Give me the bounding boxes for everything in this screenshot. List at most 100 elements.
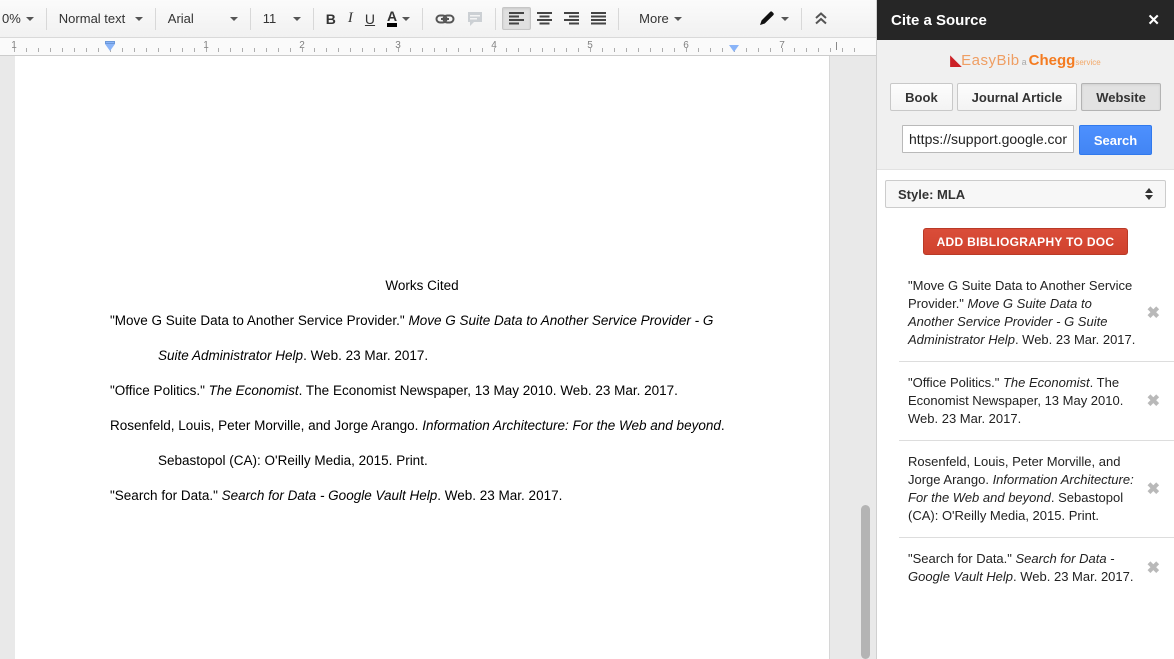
- doc-citation-paragraph: "Search for Data." Search for Data - Goo…: [15, 478, 829, 513]
- close-icon[interactable]: ✕: [1147, 11, 1160, 29]
- align-left-button[interactable]: [502, 7, 531, 30]
- ruler-number: 1: [201, 40, 211, 51]
- add-bibliography-button[interactable]: ADD BIBLIOGRAPHY TO DOC: [923, 228, 1129, 255]
- ruler-number: 6: [681, 40, 691, 51]
- logo-service-text: service: [1075, 58, 1100, 67]
- align-justify-icon: [591, 12, 606, 25]
- easybib-mark-icon: ◣: [950, 52, 961, 68]
- font-family-select[interactable]: Arial: [162, 7, 244, 30]
- tab-book-label: Book: [905, 90, 938, 105]
- chevron-down-icon: [26, 17, 34, 21]
- right-indent-triangle-icon: [729, 45, 739, 52]
- doc-works-cited-title: Works Cited: [15, 268, 829, 303]
- citation-text: "Office Politics.": [908, 375, 1003, 390]
- tab-website-label: Website: [1096, 90, 1146, 105]
- logo-connector-text: a: [1022, 57, 1027, 67]
- citation-text: Rosenfeld, Louis, Peter Morville, and Jo…: [110, 418, 422, 433]
- toolbar-divider: [46, 8, 47, 30]
- align-justify-button[interactable]: [585, 8, 612, 29]
- bold-button[interactable]: B: [320, 7, 342, 31]
- source-type-tabs: Book Journal Article Website: [877, 83, 1174, 111]
- pen-icon: [758, 10, 776, 27]
- text-color-button[interactable]: A: [381, 6, 416, 31]
- citation-style-select[interactable]: Style: MLA: [885, 180, 1166, 208]
- tab-website[interactable]: Website: [1081, 83, 1161, 111]
- delete-citation-icon[interactable]: ✖: [1147, 558, 1160, 578]
- underline-button[interactable]: U: [359, 7, 381, 31]
- font-size-select[interactable]: 11: [257, 7, 307, 30]
- italic-icon: I: [348, 10, 353, 27]
- editing-mode-button[interactable]: [752, 6, 795, 31]
- tab-journal-article[interactable]: Journal Article: [957, 83, 1078, 111]
- cite-source-sidebar: Cite a Source ✕ ◣EasyBibaCheggservice Bo…: [876, 0, 1174, 659]
- delete-citation-icon[interactable]: ✖: [1147, 479, 1160, 499]
- easybib-logo-text: EasyBib: [961, 52, 1020, 69]
- text-color-icon: A: [387, 10, 397, 27]
- ruler-number: 3: [393, 40, 403, 51]
- citation-entry-text: "Office Politics." The Economist. The Ec…: [908, 374, 1140, 428]
- citation-text: . The Economist Newspaper, 13 May 2010. …: [299, 383, 678, 398]
- sidebar-search-section: ◣EasyBibaCheggservice Book Journal Artic…: [877, 40, 1174, 170]
- citation-entry-text: "Search for Data." Search for Data - Goo…: [908, 550, 1140, 586]
- chevron-down-icon: [674, 17, 682, 21]
- insert-link-button[interactable]: [429, 9, 461, 29]
- doc-citation-paragraph: Rosenfeld, Louis, Peter Morville, and Jo…: [15, 408, 829, 478]
- bold-icon: B: [326, 11, 336, 27]
- underline-icon: U: [365, 11, 375, 27]
- app-window: 0% Normal text Arial 11 B I U A: [0, 0, 1174, 659]
- citation-text: . Web. 23 Mar. 2017.: [437, 488, 562, 503]
- paragraph-style-label: Normal text: [59, 11, 125, 26]
- align-center-button[interactable]: [531, 8, 558, 29]
- left-indent-triangle-icon: [105, 44, 115, 51]
- ruler-number: 7: [777, 40, 787, 51]
- tab-journal-article-label: Journal Article: [972, 90, 1063, 105]
- horizontal-ruler[interactable]: 1 1 2 3 4 5 6 7: [0, 38, 876, 56]
- sidebar-header: Cite a Source ✕: [877, 0, 1174, 40]
- citation-text: "Office Politics.": [110, 383, 209, 398]
- document-page[interactable]: Works Cited "Move G Suite Data to Anothe…: [15, 56, 830, 659]
- chevron-down-icon: [293, 17, 301, 21]
- link-icon: [435, 13, 455, 25]
- citation-text-italic: Search for Data - Google Vault Help: [222, 488, 438, 503]
- citation-list-item: "Search for Data." Search for Data - Goo…: [899, 537, 1174, 598]
- toolbar-divider: [313, 8, 314, 30]
- docs-toolbar: 0% Normal text Arial 11 B I U A: [0, 0, 876, 38]
- font-family-label: Arial: [168, 11, 194, 26]
- citation-list: "Move G Suite Data to Another Service Pr…: [877, 265, 1174, 598]
- right-indent-marker[interactable]: [729, 45, 739, 52]
- collapse-toolbar-button[interactable]: [808, 8, 834, 29]
- ruler-number: 1: [9, 40, 19, 51]
- left-indent-marker[interactable]: [105, 41, 115, 51]
- citation-text-italic: The Economist: [209, 383, 299, 398]
- paragraph-style-select[interactable]: Normal text: [53, 7, 149, 30]
- insert-comment-button[interactable]: [461, 7, 489, 30]
- tab-book[interactable]: Book: [890, 83, 953, 111]
- more-label: More: [639, 11, 669, 26]
- zoom-select-label: 0%: [2, 11, 21, 26]
- toolbar-divider: [801, 8, 802, 30]
- toolbar-divider: [495, 8, 496, 30]
- italic-button[interactable]: I: [342, 6, 359, 31]
- vertical-scrollbar[interactable]: [861, 505, 870, 659]
- toolbar-divider: [618, 8, 619, 30]
- ruler-number: 5: [585, 40, 595, 51]
- citation-text: "Move G Suite Data to Another Service Pr…: [110, 313, 408, 328]
- collapse-chevrons-icon: [814, 12, 828, 25]
- citation-list-item: Rosenfeld, Louis, Peter Morville, and Jo…: [899, 440, 1174, 537]
- sidebar-title: Cite a Source: [891, 12, 987, 29]
- zoom-select[interactable]: 0%: [0, 7, 40, 30]
- delete-citation-icon[interactable]: ✖: [1147, 303, 1160, 323]
- more-button[interactable]: More: [633, 7, 688, 30]
- align-right-button[interactable]: [558, 8, 585, 29]
- toolbar-divider: [250, 8, 251, 30]
- citation-text: "Search for Data.": [110, 488, 222, 503]
- select-updown-icon: [1145, 188, 1153, 200]
- citation-text: "Search for Data.": [908, 551, 1016, 566]
- document-canvas[interactable]: Works Cited "Move G Suite Data to Anothe…: [0, 56, 876, 659]
- toolbar-divider: [155, 8, 156, 30]
- citation-text-italic: The Economist: [1003, 375, 1090, 390]
- url-search-input[interactable]: [902, 125, 1074, 153]
- delete-citation-icon[interactable]: ✖: [1147, 391, 1160, 411]
- citation-entry-text: "Move G Suite Data to Another Service Pr…: [908, 277, 1140, 349]
- search-button[interactable]: Search: [1079, 125, 1152, 155]
